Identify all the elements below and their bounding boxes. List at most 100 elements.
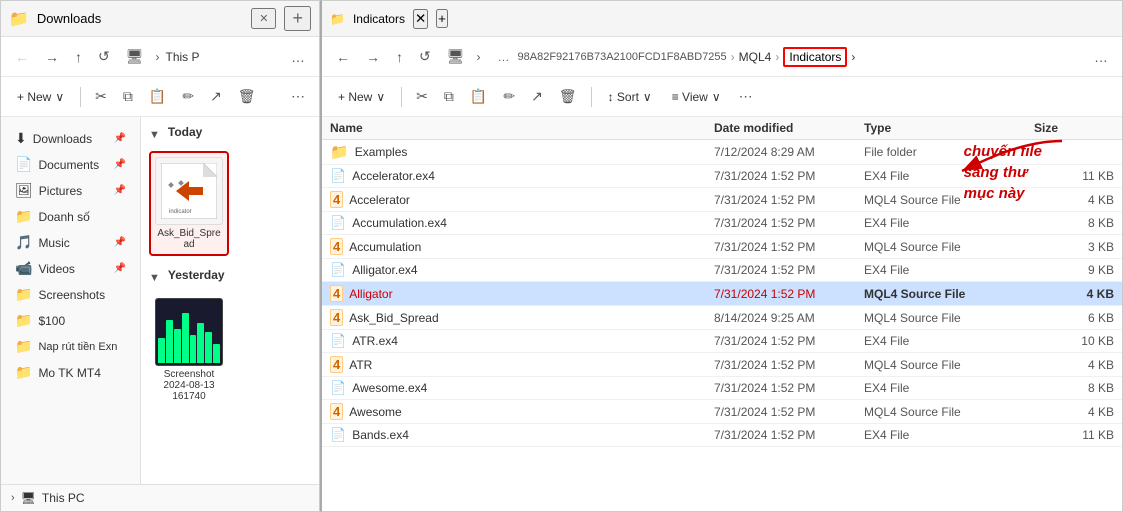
left-monitor-btn[interactable]: 🖥 — [120, 44, 150, 69]
right-toolbar: + New ∨ ✂ ⧉ 📋 ✏ ↗ 🗑 ↕ Sort ∨ ≡ View ∨ ⋯ — [322, 77, 1122, 117]
left-more-btn[interactable]: … — [285, 45, 311, 69]
right-copy-btn[interactable]: ⧉ — [438, 84, 460, 109]
this-pc-icon: 🖥 — [21, 491, 36, 505]
yesterday-collapse-icon[interactable]: ▼ — [149, 272, 160, 284]
right-refresh-btn[interactable]: ↺ — [413, 44, 437, 69]
table-row[interactable]: 4 Awesome 7/31/2024 1:52 PM MQL4 Source … — [322, 400, 1122, 424]
breadcrumb-sep1: › — [731, 50, 735, 64]
chart-bar-2 — [166, 320, 173, 363]
right-paste-btn[interactable]: 📋 — [464, 84, 493, 109]
right-forward-btn[interactable]: → — [360, 45, 386, 69]
row-type: MQL4 Source File — [864, 193, 1034, 207]
left-refresh-btn[interactable]: ↺ — [92, 44, 116, 69]
row-filename: Alligator — [349, 287, 392, 301]
table-row[interactable]: 4 Alligator 7/31/2024 1:52 PM MQL4 Sourc… — [322, 282, 1122, 306]
table-row[interactable]: 4 ATR 7/31/2024 1:52 PM MQL4 Source File… — [322, 353, 1122, 377]
table-row[interactable]: 📄 Bands.ex4 7/31/2024 1:52 PM EX4 File 1… — [322, 424, 1122, 447]
ask-bid-spread-thumb: indicator — [155, 157, 223, 225]
right-more-options-btn[interactable]: ⋯ — [733, 84, 759, 109]
sidebar-item-music[interactable]: 🎵 Music 📌 — [5, 230, 136, 255]
right-new-btn[interactable]: + New ∨ — [330, 86, 393, 108]
sidebar-item-documents[interactable]: 📄 Documents 📌 — [5, 152, 136, 177]
right-toolbar-sep1 — [401, 87, 402, 107]
breadcrumb-indicators[interactable]: Indicators — [783, 47, 847, 67]
breadcrumb-chevron[interactable]: › — [851, 50, 855, 64]
col-date[interactable]: Date modified — [714, 121, 864, 135]
col-type[interactable]: Type — [864, 121, 1034, 135]
left-nav-path: This P — [166, 50, 200, 64]
right-up-btn[interactable]: ↑ — [390, 45, 409, 69]
right-rename-btn[interactable]: ✏ — [497, 84, 521, 109]
right-new-dropdown-icon: ∨ — [376, 90, 385, 104]
left-copy-btn[interactable]: ⧉ — [117, 84, 139, 109]
left-more-options-btn[interactable]: ⋯ — [285, 84, 311, 109]
sidebar-item-mo-tk[interactable]: 📁 Mo TK MT4 — [5, 360, 136, 385]
left-forward-btn[interactable]: → — [39, 45, 65, 69]
left-tab-close[interactable]: ✕ — [251, 8, 276, 29]
left-rename-btn[interactable]: ✏ — [176, 84, 200, 109]
today-collapse-icon[interactable]: ▼ — [149, 129, 160, 141]
sidebar-documents-icon: 📄 — [15, 156, 32, 173]
right-sort-btn[interactable]: ↕ Sort ∨ — [600, 86, 660, 108]
breadcrumb-more[interactable]: … — [494, 50, 514, 64]
left-new-btn[interactable]: + New ∨ — [9, 86, 72, 108]
table-row[interactable]: 📄 Alligator.ex4 7/31/2024 1:52 PM EX4 Fi… — [322, 259, 1122, 282]
sidebar-s100-icon: 📁 — [15, 312, 32, 329]
right-new-tab[interactable]: + — [436, 9, 448, 28]
right-view-btn[interactable]: ≡ View ∨ — [664, 86, 729, 108]
this-pc-item[interactable]: › 🖥 This PC — [1, 484, 319, 511]
left-paste-btn[interactable]: 📋 — [143, 84, 172, 109]
table-row[interactable]: 📄 Awesome.ex4 7/31/2024 1:52 PM EX4 File… — [322, 377, 1122, 400]
col-size[interactable]: Size — [1034, 121, 1114, 135]
right-tab-close[interactable]: ✕ — [413, 9, 428, 29]
left-up-btn[interactable]: ↑ — [69, 45, 88, 69]
table-row[interactable]: 📄 Accumulation.ex4 7/31/2024 1:52 PM EX4… — [322, 212, 1122, 235]
right-monitor-btn[interactable]: 🖥 — [441, 44, 471, 69]
table-row[interactable]: 📁 Examples 7/12/2024 8:29 AM File folder — [322, 140, 1122, 165]
left-share-btn[interactable]: ↗ — [204, 84, 228, 109]
sidebar-item-s100[interactable]: 📁 $100 — [5, 308, 136, 333]
right-share-btn[interactable]: ↗ — [525, 84, 549, 109]
row-name-cell: 4 Accelerator — [330, 191, 714, 208]
left-new-tab[interactable]: + — [284, 6, 311, 31]
ex4-icon: 📄 — [330, 427, 346, 443]
table-row[interactable]: 4 Accelerator 7/31/2024 1:52 PM MQL4 Sou… — [322, 188, 1122, 212]
sidebar-item-screenshots[interactable]: 📁 Screenshots — [5, 282, 136, 307]
left-toolbar-sep1 — [80, 87, 81, 107]
mql4-icon: 4 — [330, 285, 343, 302]
left-cut-btn[interactable]: ✂ — [89, 84, 113, 109]
file-ask-bid-spread[interactable]: indicator Ask_Bid_Spread — [149, 151, 229, 256]
right-cut-btn[interactable]: ✂ — [410, 84, 434, 109]
left-back-btn[interactable]: ← — [9, 45, 35, 69]
row-filename: Accumulation.ex4 — [352, 216, 447, 230]
row-filename: Bands.ex4 — [352, 428, 409, 442]
sidebar-item-pictures[interactable]: 🖼 Pictures 📌 — [5, 178, 136, 203]
sidebar-item-videos[interactable]: 📹 Videos 📌 — [5, 256, 136, 281]
row-size: 9 KB — [1034, 263, 1114, 277]
right-window-title: Indicators — [353, 12, 405, 26]
sidebar-item-nap-rut[interactable]: 📁 Nap rút tiền Exn — [5, 334, 136, 359]
row-size: 10 KB — [1034, 334, 1114, 348]
left-delete-btn[interactable]: 🗑 — [232, 84, 262, 109]
ex4-icon: 📄 — [330, 168, 346, 184]
row-size: 11 KB — [1034, 428, 1114, 442]
breadcrumb-hash[interactable]: 98A82F92176B73A2100FCD1F8ABD7255 — [518, 51, 727, 63]
file-screenshot[interactable]: Screenshot 2024-08-13 161740 — [149, 294, 229, 406]
sidebar-nap-rut-icon: 📁 — [15, 338, 32, 355]
row-type: MQL4 Source File — [864, 240, 1034, 254]
sidebar-mo-tk-label: Mo TK MT4 — [38, 366, 100, 380]
right-delete-btn[interactable]: 🗑 — [553, 84, 583, 109]
table-row[interactable]: 4 Accumulation 7/31/2024 1:52 PM MQL4 So… — [322, 235, 1122, 259]
table-row[interactable]: 📄 ATR.ex4 7/31/2024 1:52 PM EX4 File 10 … — [322, 330, 1122, 353]
svg-text:indicator: indicator — [169, 209, 192, 215]
sidebar-item-doanh-so[interactable]: 📁 Doanh số — [5, 204, 136, 229]
table-row[interactable]: 4 Ask_Bid_Spread 8/14/2024 9:25 AM MQL4 … — [322, 306, 1122, 330]
table-row[interactable]: 📄 Accelerator.ex4 7/31/2024 1:52 PM EX4 … — [322, 165, 1122, 188]
right-back-btn[interactable]: ← — [330, 45, 356, 69]
sidebar-item-downloads[interactable]: ⬇ Downloads 📌 — [5, 126, 136, 151]
row-name-cell: 📁 Examples — [330, 143, 714, 161]
breadcrumb-mql4[interactable]: MQL4 — [739, 50, 772, 64]
row-date: 7/31/2024 1:52 PM — [714, 358, 864, 372]
col-name[interactable]: Name — [330, 121, 714, 135]
right-more-btn[interactable]: … — [1088, 45, 1114, 69]
